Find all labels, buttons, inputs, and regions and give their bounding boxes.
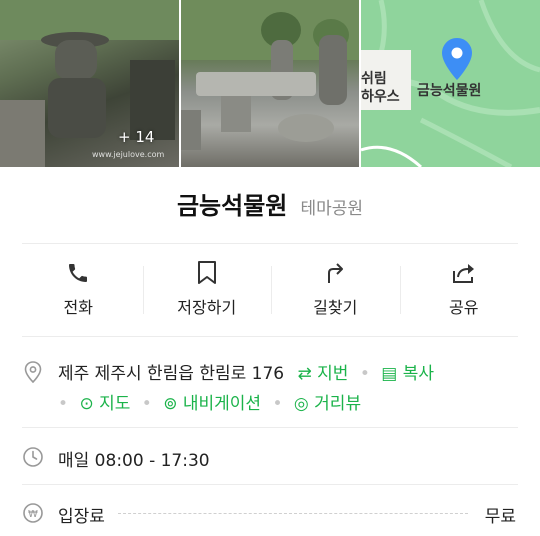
- map-place-label: 금능석물원: [417, 83, 482, 99]
- photo-gallery[interactable]: + 14 www.jejulove.com 쉬림 하우스 금능석물원: [0, 0, 540, 167]
- more-photos-count: + 14: [118, 128, 155, 146]
- copy-address-link[interactable]: ▤ 복사: [381, 364, 434, 384]
- lot-number-link[interactable]: ⇄ 지번: [298, 364, 349, 384]
- separator-dot: •: [272, 394, 283, 414]
- map-marker-icon: ⊙: [79, 394, 94, 414]
- map-nearby-label: 쉬림: [361, 71, 387, 87]
- svg-text:₩: ₩: [28, 509, 38, 520]
- street-view-link[interactable]: ◎ 거리뷰: [294, 394, 361, 414]
- save-button[interactable]: 저장하기: [142, 258, 272, 324]
- map-label: 지도: [99, 394, 131, 414]
- call-button[interactable]: 전화: [14, 258, 143, 324]
- share-icon: [451, 258, 477, 288]
- address-links-row: • ⊙ 지도 • ⊚ 내비게이션 • ◎ 거리뷰: [58, 389, 361, 414]
- fee-label: 입장료: [58, 507, 105, 527]
- street-view-icon: ◎: [293, 394, 309, 414]
- address-text: 제주 제주시 한림읍 한림로 176: [58, 364, 285, 384]
- divider: [22, 336, 518, 337]
- map-pin-icon: [442, 38, 472, 84]
- separator-dot: •: [141, 394, 152, 414]
- directions-icon: [323, 258, 347, 288]
- navigation-link[interactable]: ⊚ 내비게이션: [163, 394, 261, 414]
- won-icon: ₩: [22, 502, 44, 528]
- car-icon: ⊚: [163, 394, 178, 414]
- separator-dot: •: [359, 364, 370, 384]
- swap-icon: ⇄: [297, 364, 312, 384]
- address-row: 제주 제주시 한림읍 한림로 176 ⇄ 지번 • ▤ 복사: [58, 359, 434, 384]
- clock-icon: [22, 446, 44, 472]
- save-label: 저장하기: [177, 298, 237, 317]
- divider: [22, 427, 518, 428]
- share-label: 공유: [449, 298, 479, 317]
- location-map[interactable]: 쉬림 하우스 금능석물원: [361, 0, 540, 167]
- opening-hours: 매일 08:00 - 17:30: [58, 451, 210, 471]
- place-title: 금능석물원 테마공원: [0, 186, 540, 221]
- photo-watermark: www.jejulove.com: [92, 150, 165, 159]
- lot-number-label: 지번: [317, 364, 349, 384]
- divider: [22, 243, 518, 244]
- phone-icon: [66, 258, 90, 288]
- share-button[interactable]: 공유: [399, 258, 529, 324]
- place-name: 금능석물원: [176, 192, 288, 220]
- map-link[interactable]: ⊙ 지도: [79, 394, 130, 414]
- map-nearby-label-2: 하우스: [361, 89, 400, 105]
- place-photo-2[interactable]: [181, 0, 359, 167]
- call-label: 전화: [63, 298, 93, 317]
- copy-label: 복사: [402, 364, 435, 384]
- location-pin-icon: [22, 360, 44, 388]
- place-category: 테마공원: [300, 199, 364, 219]
- navigation-label: 내비게이션: [182, 394, 262, 414]
- directions-button[interactable]: 길찾기: [271, 258, 400, 324]
- copy-icon: ▤: [381, 364, 398, 384]
- directions-label: 길찾기: [313, 298, 358, 317]
- place-photo-1[interactable]: + 14 www.jejulove.com: [0, 0, 179, 167]
- separator-dot: •: [58, 394, 69, 414]
- street-view-label: 거리뷰: [314, 394, 362, 414]
- stone-table-image: [181, 0, 359, 150]
- fee-dotted-leader: [118, 513, 468, 514]
- fee-value: 무료: [484, 507, 516, 527]
- action-bar: 전화 저장하기 길찾기 공유: [14, 258, 528, 324]
- bookmark-icon: [196, 258, 218, 288]
- divider: [22, 484, 518, 485]
